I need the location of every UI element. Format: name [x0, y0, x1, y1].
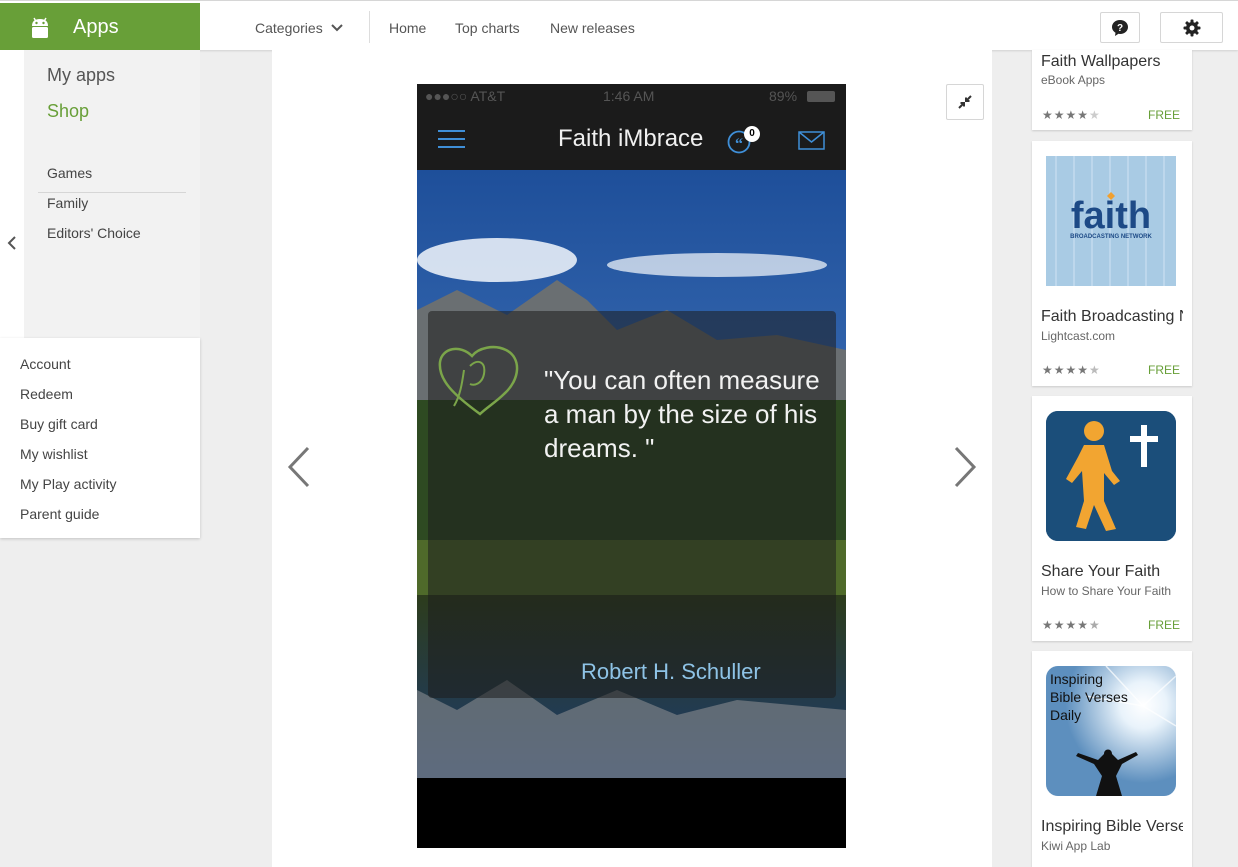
app-price: FREE — [1147, 618, 1180, 632]
redeem-link[interactable]: Redeem — [20, 386, 73, 402]
apps-title: Apps — [73, 16, 119, 38]
account-menu: Account Redeem Buy gift card My wishlist… — [0, 338, 200, 538]
app-title: Faith Broadcasting Network — [1041, 308, 1183, 325]
phone-bottom-bar — [417, 778, 846, 848]
app-icon: Inspiring Bible Verses Daily — [1046, 666, 1176, 796]
exit-fullscreen-button[interactable] — [946, 84, 984, 120]
nav-home[interactable]: Home — [389, 20, 426, 36]
nav-top-charts[interactable]: Top charts — [455, 20, 520, 36]
top-bar: Apps Categories Home Top charts New rele… — [0, 0, 1238, 50]
app-title: Faith Wallpapers — [1041, 53, 1161, 70]
phone-status-bar: ●●●○○ AT&T 1:46 AM 89% — [417, 84, 846, 108]
related-app-card[interactable]: Inspiring Bible Verses Daily Inspiring B… — [1032, 651, 1192, 867]
app-price: FREE — [1147, 108, 1180, 122]
app-screenshot-title: Faith iMbrace — [558, 125, 704, 152]
related-app-card[interactable]: Share Your Faith How to Share Your Faith… — [1032, 396, 1192, 641]
status-carrier: ●●●○○ AT&T — [425, 88, 506, 104]
menu-divider — [38, 192, 186, 193]
settings-button[interactable] — [1160, 12, 1223, 43]
notification-badge: 0 — [744, 126, 760, 142]
svg-text:?: ? — [1117, 23, 1123, 34]
sidebar-item-family[interactable]: Family — [47, 195, 88, 211]
app-developer: eBook Apps — [1041, 73, 1106, 87]
svg-text:“: “ — [735, 136, 743, 153]
status-time: 1:46 AM — [603, 88, 655, 104]
battery-icon — [807, 91, 835, 102]
categories-label: Categories — [255, 20, 323, 36]
sidebar-item-editors-choice[interactable]: Editors' Choice — [47, 225, 141, 241]
nav-divider — [369, 11, 370, 43]
app-icon: faith BROADCASTING NETWORK — [1046, 156, 1176, 286]
android-icon — [32, 17, 48, 38]
faith-logo-text: faith — [1071, 195, 1151, 237]
hamburger-menu-icon — [438, 130, 465, 148]
faith-imbrace-heart-logo — [438, 345, 519, 416]
star-rating: ★★★★★ — [1042, 618, 1101, 632]
collapse-icon — [958, 95, 972, 109]
status-battery: 89% — [769, 88, 798, 104]
sidebar-item-games[interactable]: Games — [47, 165, 92, 181]
next-screenshot-arrow-icon[interactable] — [952, 446, 978, 488]
chevron-down-icon — [330, 24, 343, 32]
faith-logo-subtext: BROADCASTING NETWORK — [1070, 234, 1152, 240]
faith-broadcasting-logo: faith BROADCASTING NETWORK — [1046, 156, 1176, 286]
app-developer: How to Share Your Faith — [1041, 584, 1172, 598]
my-apps-link[interactable]: My apps — [47, 65, 115, 86]
account-link[interactable]: Account — [20, 356, 71, 372]
shop-link[interactable]: Shop — [47, 101, 89, 122]
share-faith-logo — [1046, 411, 1176, 541]
parent-guide-link[interactable]: Parent guide — [20, 506, 99, 522]
left-nav-panel: My apps Shop Games Family Editors' Choic… — [0, 50, 200, 338]
left-nav-menu — [24, 50, 200, 338]
app-price: FREE — [1147, 363, 1180, 377]
categories-dropdown[interactable]: Categories — [255, 20, 343, 36]
my-wishlist-link[interactable]: My wishlist — [20, 446, 88, 462]
star-rating: ★★★★★ — [1042, 363, 1101, 377]
buy-gift-card-link[interactable]: Buy gift card — [20, 416, 98, 432]
gear-icon — [1183, 19, 1200, 36]
quote-text: "You can often measure a man by the size… — [544, 365, 820, 463]
chevron-left-icon[interactable] — [6, 234, 18, 252]
app-developer: Kiwi App Lab — [1041, 839, 1111, 853]
quote-author: Robert H. Schuller — [581, 659, 761, 684]
related-app-card[interactable]: Faith Wallpapers eBook Apps ★★★★★ FREE — [1032, 50, 1192, 130]
star-rating: ★★★★★ — [1042, 108, 1101, 122]
nav-new-releases[interactable]: New releases — [550, 20, 635, 36]
previous-screenshot-arrow-icon[interactable] — [286, 446, 312, 488]
app-developer: Lightcast.com — [1041, 329, 1116, 343]
help-icon: ? — [1112, 19, 1128, 36]
help-button[interactable]: ? — [1100, 12, 1140, 43]
apps-brand-link[interactable]: Apps — [0, 3, 200, 50]
related-app-card[interactable]: faith BROADCASTING NETWORK Faith Broadca… — [1032, 141, 1192, 386]
mail-icon — [798, 131, 825, 150]
app-title: Inspiring Bible Verses Daily — [1041, 818, 1183, 835]
my-play-activity-link[interactable]: My Play activity — [20, 476, 116, 492]
app-icon — [1046, 411, 1176, 541]
icon-text: Inspiring Bible Verses Daily — [1050, 671, 1128, 723]
app-title: Share Your Faith — [1041, 563, 1161, 580]
